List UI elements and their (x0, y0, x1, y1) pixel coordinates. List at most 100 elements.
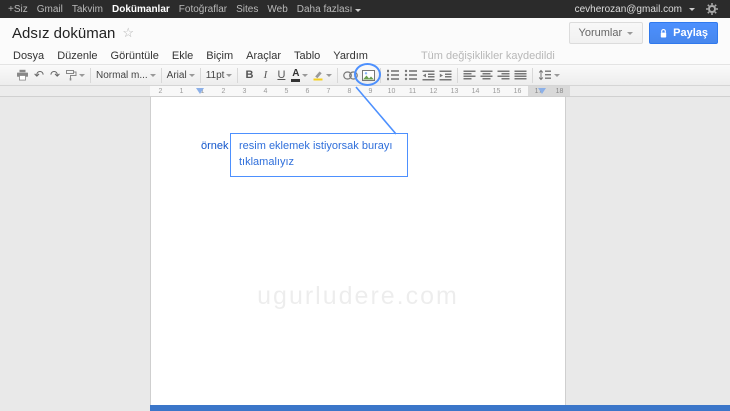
topbar-item-web[interactable]: Web (267, 4, 287, 15)
text-color-icon: A (291, 69, 300, 82)
styles-dropdown[interactable]: Normal m... (94, 66, 158, 84)
align-left-button[interactable] (461, 66, 478, 84)
styles-value: Normal m... (96, 70, 148, 81)
link-icon (343, 71, 358, 80)
topbar-item-calendar[interactable]: Takvim (72, 4, 103, 15)
undo-button[interactable]: ↶ (31, 66, 47, 84)
chevron-down-icon (79, 74, 85, 77)
line-spacing-button[interactable] (536, 66, 562, 84)
comments-label: Yorumlar (579, 27, 623, 39)
lock-icon (659, 28, 668, 39)
underline-button[interactable]: U (273, 66, 289, 84)
google-topbar: +Siz Gmail Takvim Dokümanlar Fotoğraflar… (0, 0, 730, 18)
font-size-dropdown[interactable]: 11pt (204, 66, 235, 84)
topbar-item-documents[interactable]: Dokümanlar (112, 4, 170, 15)
menubar: Dosya Düzenle Görüntüle Ekle Biçim Araçl… (0, 48, 730, 64)
bulleted-list-button[interactable] (402, 66, 420, 84)
menu-table[interactable]: Tablo (294, 50, 320, 62)
title-row: Adsız doküman ☆ Yorumlar Paylaş (0, 18, 730, 48)
google-docs-screen: +Siz Gmail Takvim Dokümanlar Fotoğraflar… (0, 0, 730, 411)
topbar-account-area: cevherozan@gmail.com (575, 2, 722, 16)
toolbar-separator (237, 68, 238, 83)
print-button[interactable] (14, 66, 31, 84)
outdent-icon (422, 70, 435, 81)
topbar-item-sites[interactable]: Sites (236, 4, 258, 15)
menu-insert[interactable]: Ekle (172, 50, 193, 62)
menu-view[interactable]: Görüntüle (111, 50, 159, 62)
toolbar-separator (161, 68, 162, 83)
bold-button[interactable]: B (241, 66, 257, 84)
left-indent-marker[interactable] (196, 88, 204, 94)
image-icon (362, 70, 375, 81)
toolbar-separator (337, 68, 338, 83)
highlight-button[interactable] (310, 66, 334, 84)
document-title[interactable]: Adsız doküman (12, 25, 115, 42)
align-justify-button[interactable] (512, 66, 529, 84)
text-color-button[interactable]: A (289, 66, 310, 84)
save-status: Tüm değişiklikler kaydedildi (421, 50, 555, 62)
bottom-bar (150, 405, 730, 411)
ruler: 2 1 1 2 3 4 5 6 7 8 9 10 11 12 13 14 15 … (0, 86, 730, 97)
redo-button[interactable]: ↷ (47, 66, 63, 84)
insert-image-button[interactable] (360, 66, 377, 84)
font-size-value: 11pt (206, 70, 225, 81)
share-button[interactable]: Paylaş (649, 22, 718, 44)
paint-roller-icon (65, 69, 77, 81)
toolbar-separator (532, 68, 533, 83)
ruler-number: 15 (486, 86, 507, 96)
ruler-number: 6 (297, 86, 318, 96)
menu-format[interactable]: Biçim (206, 50, 233, 62)
ruler-scale: 2 1 1 2 3 4 5 6 7 8 9 10 11 12 13 14 15 … (150, 86, 570, 96)
outdent-button[interactable] (420, 66, 437, 84)
align-center-button[interactable] (478, 66, 495, 84)
ruler-number: 2 (213, 86, 234, 96)
menu-file[interactable]: Dosya (13, 50, 44, 62)
highlight-icon (312, 69, 324, 81)
chevron-down-icon (355, 9, 361, 12)
text-color-bar (291, 79, 300, 82)
ruler-number: 9 (360, 86, 381, 96)
menu-tools[interactable]: Araçlar (246, 50, 281, 62)
document-canvas: örnek yazı ugurludere.com resim eklemek … (0, 97, 730, 411)
italic-button[interactable]: I (257, 66, 273, 84)
line-spacing-icon (538, 69, 552, 81)
underline-icon: U (277, 69, 285, 81)
indent-icon (439, 70, 452, 81)
topbar-nav: +Siz Gmail Takvim Dokümanlar Fotoğraflar… (8, 4, 575, 15)
ruler-number: 7 (318, 86, 339, 96)
bulleted-list-icon (404, 69, 418, 81)
chevron-down-icon (302, 74, 308, 77)
ruler-number: 12 (423, 86, 444, 96)
font-dropdown[interactable]: Arial (165, 66, 197, 84)
topbar-item-more[interactable]: Daha fazlası (297, 4, 361, 15)
insert-link-button[interactable] (341, 66, 360, 84)
account-email[interactable]: cevherozan@gmail.com (575, 4, 682, 15)
topbar-item-photos[interactable]: Fotoğraflar (179, 4, 227, 15)
annotation-callout: resim eklemek istiyorsak burayı tıklamal… (230, 133, 408, 177)
indent-button[interactable] (437, 66, 454, 84)
star-icon[interactable]: ☆ (122, 25, 134, 41)
menu-help[interactable]: Yardım (333, 50, 368, 62)
comments-button[interactable]: Yorumlar (569, 22, 644, 44)
chevron-down-icon (689, 8, 695, 11)
toolbar: ↶ ↷ Normal m... Arial 11pt B I U (0, 64, 730, 86)
gear-icon (706, 3, 718, 15)
header-actions: Yorumlar Paylaş (569, 22, 719, 44)
align-right-button[interactable] (495, 66, 512, 84)
toolbar-separator (380, 68, 381, 83)
align-right-icon (497, 70, 510, 81)
menu-edit[interactable]: Düzenle (57, 50, 97, 62)
topbar-item-plus-you[interactable]: +Siz (8, 4, 28, 15)
redo-icon: ↷ (50, 68, 60, 82)
ruler-number: 10 (381, 86, 402, 96)
topbar-item-gmail[interactable]: Gmail (37, 4, 63, 15)
numbered-list-button[interactable] (384, 66, 402, 84)
print-icon (16, 69, 29, 81)
right-indent-marker[interactable] (538, 88, 546, 94)
paint-format-button[interactable] (63, 66, 87, 84)
align-left-icon (463, 70, 476, 81)
settings-button[interactable] (702, 2, 722, 16)
undo-icon: ↶ (34, 68, 44, 82)
bold-icon: B (245, 69, 253, 81)
toolbar-separator (200, 68, 201, 83)
